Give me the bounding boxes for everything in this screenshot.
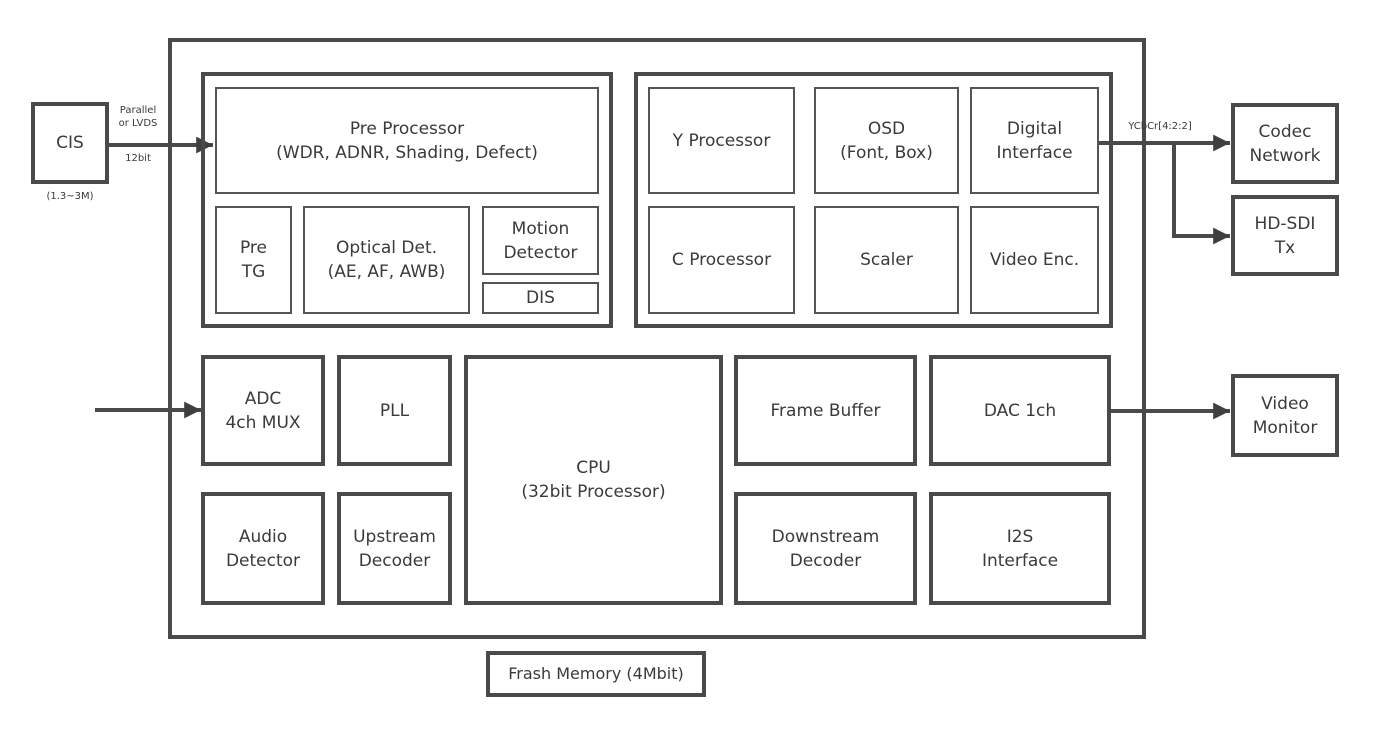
pre-tg-block: Pre TG xyxy=(215,206,292,314)
video-monitor-label: Video Monitor xyxy=(1252,393,1318,438)
i2s-label: I2S Interface xyxy=(981,526,1059,571)
dac-label: DAC 1ch xyxy=(983,400,1057,421)
i2s-interface-block: I2S Interface xyxy=(929,492,1111,605)
scaler-block: Scaler xyxy=(814,206,959,314)
flash-label: Frash Memory (4Mbit) xyxy=(508,664,684,683)
motion-label: Motion Detector xyxy=(503,218,578,263)
adc-block: ADC 4ch MUX xyxy=(201,355,325,466)
upstream-decoder-block: Upstream Decoder xyxy=(337,492,452,605)
scaler-label: Scaler xyxy=(860,250,913,270)
cpu-label: CPU (32bit Processor) xyxy=(521,458,666,502)
y-processor-block: Y Processor xyxy=(648,87,795,194)
digital-interface-label: Digital Interface xyxy=(996,118,1073,163)
downstream-label: Downstream Decoder xyxy=(771,526,880,571)
audio-detector-block: Audio Detector xyxy=(201,492,325,605)
hdsdi-label: HD-SDI Tx xyxy=(1254,213,1316,258)
video-monitor-block: Video Monitor xyxy=(1231,374,1339,457)
dis-label: DIS xyxy=(526,288,555,308)
hdsdi-tx-block: HD-SDI Tx xyxy=(1231,195,1339,276)
video-encoder-block: Video Enc. xyxy=(970,206,1099,314)
video-encoder-label: Video Enc. xyxy=(989,250,1080,270)
downstream-decoder-block: Downstream Decoder xyxy=(734,492,917,605)
cpu-block: CPU (32bit Processor) xyxy=(464,355,723,605)
codec-label: Codec Network xyxy=(1249,121,1321,166)
osd-label: OSD (Font, Box) xyxy=(840,118,933,163)
frame-buffer-label: Frame Buffer xyxy=(770,400,881,421)
ycbcr-label: YCbCr[4:2:2] xyxy=(1128,121,1192,132)
optical-detector-block: Optical Det. (AE, AF, AWB) xyxy=(303,206,470,314)
digital-interface-block: Digital Interface xyxy=(970,87,1099,194)
osd-block: OSD (Font, Box) xyxy=(814,87,959,194)
c-processor-label: C Processor xyxy=(671,250,772,270)
pll-block: PLL xyxy=(337,355,452,466)
pre-tg-label: Pre TG xyxy=(239,238,268,282)
cis-block: CIS xyxy=(31,102,109,184)
adc-label: ADC 4ch MUX xyxy=(225,388,301,433)
pre-processor-label: Pre Processor (WDR, ADNR, Shading, Defec… xyxy=(276,118,538,163)
dis-block: DIS xyxy=(482,282,599,314)
upstream-label: Upstream Decoder xyxy=(353,526,436,571)
cis-bit-depth-label: 12bit xyxy=(125,153,151,164)
y-processor-label: Y Processor xyxy=(672,130,771,151)
pll-label: PLL xyxy=(379,400,410,421)
flash-memory-block: Frash Memory (4Mbit) xyxy=(486,651,706,697)
audio-label: Audio Detector xyxy=(225,526,301,571)
dac-block: DAC 1ch xyxy=(929,355,1111,466)
cis-resolution-label: (1.3~3M) xyxy=(46,191,94,202)
pre-processor-block: Pre Processor (WDR, ADNR, Shading, Defec… xyxy=(215,87,599,194)
cis-label: CIS xyxy=(56,133,84,153)
codec-network-block: Codec Network xyxy=(1231,103,1339,184)
c-processor-block: C Processor xyxy=(648,206,795,314)
cis-link-type-label: Parallel or LVDS xyxy=(118,105,158,129)
frame-buffer-block: Frame Buffer xyxy=(734,355,917,466)
optical-label: Optical Det. (AE, AF, AWB) xyxy=(327,238,446,282)
digital-to-hdsdi-arrow xyxy=(1172,143,1230,245)
motion-detector-block: Motion Detector xyxy=(482,206,599,275)
